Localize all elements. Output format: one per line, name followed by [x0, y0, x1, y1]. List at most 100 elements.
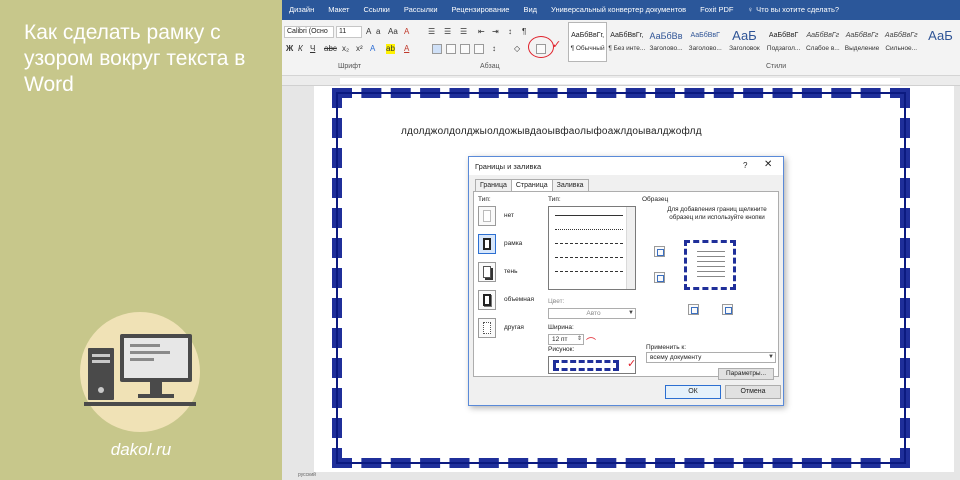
superscript-icon[interactable]: x² [356, 44, 363, 54]
style-sample: АаБбВвГг [884, 32, 918, 39]
strike-icon[interactable]: abc [324, 44, 337, 54]
line-style-dashed[interactable] [555, 243, 623, 244]
color-label: Цвет: [548, 298, 565, 305]
shading-icon[interactable]: ◇ [514, 44, 520, 54]
font-name-box[interactable]: Calibri (Осно [284, 26, 334, 38]
clear-format-icon[interactable]: A [404, 27, 409, 37]
bold-icon[interactable]: Ж [286, 44, 293, 54]
setting-3d[interactable]: объемная [478, 290, 548, 310]
setting-label-text: нет [504, 212, 514, 219]
setting-shadow-icon [478, 262, 496, 282]
line-style-solid[interactable] [555, 215, 623, 216]
bottom-border-button[interactable] [654, 272, 665, 283]
paragraph-group-label: Абзац [480, 63, 500, 70]
site-name[interactable]: dakol.ru [0, 440, 282, 460]
font-color-icon[interactable]: A [404, 44, 409, 54]
style-sample: АаБ [928, 29, 953, 43]
setting-custom[interactable]: другая [478, 318, 548, 338]
tab-borders[interactable]: Граница [475, 179, 512, 191]
document-text[interactable]: лдолджолдолджыолдожывдаоывфаолыфоажлдоыв… [401, 126, 702, 137]
style-name: Заголово... [649, 45, 683, 52]
setting-shadow[interactable]: тень [478, 262, 548, 282]
line-style-dotted[interactable] [555, 229, 623, 230]
color-dropdown[interactable]: Авто ▼ [548, 308, 636, 319]
setting-box[interactable]: рамка [478, 234, 548, 254]
style-intense-emphasis[interactable]: АаБбВвГг Сильное... [882, 22, 921, 62]
subscript-icon[interactable]: x₂ [342, 44, 349, 54]
italic-icon[interactable]: К [298, 44, 303, 54]
language-status[interactable]: русский [298, 472, 316, 478]
tab-layout[interactable]: Макет [321, 0, 356, 20]
article-title: Как сделать рамку с узором вокруг текста… [24, 21, 246, 96]
preview-text-line [697, 256, 725, 257]
justify-icon[interactable] [474, 44, 484, 54]
tab-view[interactable]: Вид [516, 0, 544, 20]
tell-me-placeholder: Что вы хотите сделать? [756, 5, 840, 14]
line-style-dash-small[interactable] [555, 257, 623, 258]
tab-references[interactable]: Ссылки [356, 0, 396, 20]
style-no-spacing[interactable]: АаБбВвГг, ¶ Без инте... [607, 22, 646, 62]
preview-page[interactable] [684, 240, 736, 290]
style-subtle-emphasis[interactable]: АаБбВвГг Слабое в... [803, 22, 842, 62]
setting-3d-icon [478, 290, 496, 310]
options-button[interactable]: Параметры... [718, 368, 774, 380]
shrink-font-icon[interactable]: a [376, 27, 380, 37]
tab-design[interactable]: Дизайн [282, 0, 321, 20]
style-subtitle[interactable]: АаБбВвГ Подзагол... [764, 22, 803, 62]
preview-area: Образец Для добавления границ щелкните о… [642, 196, 776, 340]
style-name: Заголово... [688, 45, 722, 52]
scrollbar[interactable] [626, 207, 635, 289]
preview-text-line [697, 261, 725, 262]
style-name: Слабое в... [805, 45, 840, 52]
pilcrow-icon[interactable]: ¶ [522, 27, 526, 37]
style-heading-1[interactable]: АаБбВв Заголово... [646, 22, 685, 62]
decrease-indent-icon[interactable]: ⇤ [478, 27, 485, 37]
help-icon[interactable]: ? [743, 161, 747, 170]
tell-me-search[interactable]: ♀ Что вы хотите сделать? [740, 0, 846, 20]
tab-foxit[interactable]: Foxit PDF [693, 0, 740, 20]
grow-font-icon[interactable]: A [366, 27, 371, 37]
close-icon[interactable]: ✕ [764, 159, 772, 170]
sort-icon[interactable]: ↕ [508, 27, 512, 37]
style-title[interactable]: АаБ Заголовок [725, 22, 764, 62]
multilevel-icon[interactable]: ☰ [460, 27, 467, 37]
style-heading-2[interactable]: АаБбВвГ Заголово... [686, 22, 725, 62]
chevron-down-icon: ▼ [628, 310, 634, 316]
dialog-titlebar[interactable]: Границы и заливка ? ✕ [469, 157, 783, 175]
align-center-icon[interactable] [446, 44, 456, 54]
setting-none[interactable]: нет [478, 206, 548, 226]
font-size-box[interactable]: 11 [336, 26, 362, 38]
setting-label-text: рамка [504, 240, 523, 247]
line-style-dash-dot[interactable] [555, 271, 623, 272]
align-right-icon[interactable] [460, 44, 470, 54]
font-group-label: Шрифт [338, 63, 362, 70]
style-emphasis[interactable]: АаБбВвГг Выделение [842, 22, 881, 62]
align-left-icon[interactable] [432, 44, 442, 54]
ok-button[interactable]: ОК [665, 385, 721, 399]
tab-converter[interactable]: Универсальный конвертер документов [544, 0, 693, 20]
text-effects-icon[interactable]: A [370, 44, 375, 54]
increase-indent-icon[interactable]: ⇥ [492, 27, 499, 37]
width-label: Ширина: [548, 324, 574, 331]
top-border-button[interactable] [654, 246, 665, 257]
style-normal[interactable]: АаБбВвГг, ¶ Обычный [568, 22, 608, 62]
tab-shading[interactable]: Заливка [551, 179, 589, 191]
highlight-icon[interactable]: ab [386, 44, 395, 54]
width-stepper[interactable]: 12 пт ⇕ [548, 334, 584, 345]
cancel-button[interactable]: Отмена [725, 385, 781, 399]
bullets-icon[interactable]: ☰ [428, 27, 435, 37]
underline-icon[interactable]: Ч [310, 44, 315, 54]
ruler[interactable] [282, 76, 960, 86]
tab-review[interactable]: Рецензирование [445, 0, 517, 20]
apply-to-dropdown[interactable]: всему документу ▼ [646, 352, 776, 363]
right-border-button[interactable] [722, 304, 733, 315]
change-case-icon[interactable]: Aa [388, 27, 398, 37]
line-style-list[interactable] [548, 206, 636, 290]
line-spacing-icon[interactable]: ↕ [492, 44, 496, 54]
style-name: Подзагол... [766, 45, 801, 52]
style-more[interactable]: АаБ [921, 22, 960, 62]
tab-mailings[interactable]: Рассылки [397, 0, 445, 20]
numbering-icon[interactable]: ☰ [444, 27, 451, 37]
left-border-button[interactable] [688, 304, 699, 315]
art-dropdown[interactable]: ✓ [548, 356, 636, 374]
